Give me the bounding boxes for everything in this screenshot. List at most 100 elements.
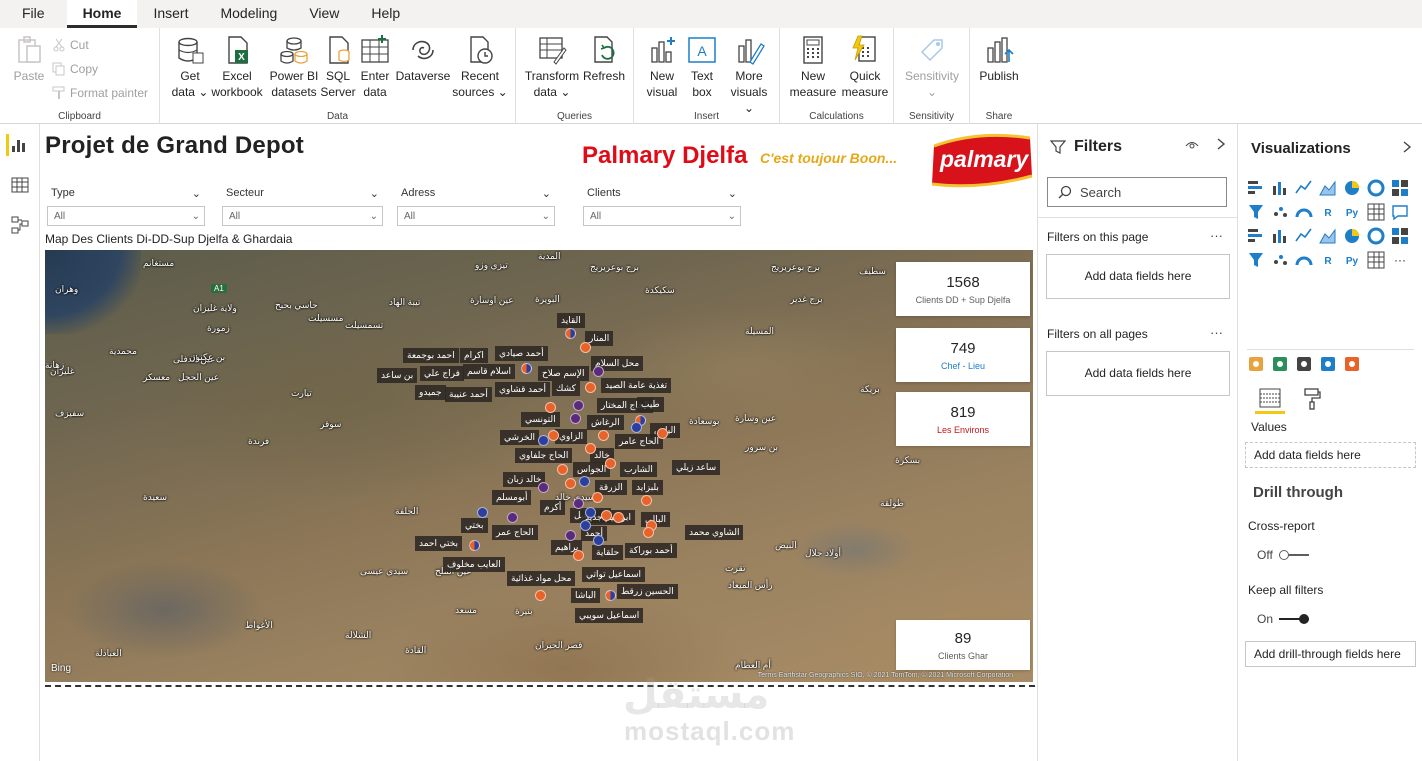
menu-insert[interactable]: Insert [137,0,204,28]
chevron-down-icon[interactable]: ⌄ [192,187,201,200]
visual-type-icon[interactable]: R [1318,202,1338,222]
map-client-label[interactable]: الباشا [571,588,600,603]
map-client-label[interactable]: أبومسلم [492,490,532,505]
visual-type-icon[interactable]: Py [1342,250,1362,270]
filters-search-input[interactable]: Search [1047,177,1227,207]
map-client-label[interactable]: جميدو [415,385,446,400]
slicer-adress-dropdown[interactable]: All ⌄ [397,206,555,226]
custom-visual-icon[interactable] [1270,354,1290,374]
excel-workbook-button[interactable]: X Excel workbook [208,34,266,100]
map-marker[interactable] [579,476,590,487]
map-marker[interactable] [557,464,568,475]
more-options-icon[interactable]: ··· [1210,228,1223,243]
map-client-label[interactable]: أحمد صيادي [495,346,548,361]
visual-type-icon[interactable] [1318,226,1338,246]
map-client-label[interactable]: بن ساعد [377,368,418,383]
menu-modeling[interactable]: Modeling [204,0,293,28]
map-client-label[interactable]: اسماعيل تواتي [582,567,646,582]
chevron-down-icon[interactable]: ⌄ [370,187,379,200]
visual-type-icon[interactable] [1246,250,1266,270]
map-marker[interactable] [585,507,596,518]
map-client-label[interactable]: احمد بوجمعة [403,348,459,363]
map-client-label[interactable]: أحمد بوراكة [625,543,677,558]
more-visuals-button[interactable]: More visuals ⌄ [724,34,774,116]
map-client-label[interactable]: الإسم صلاح [538,366,589,381]
map-marker[interactable] [631,422,642,433]
map-client-label[interactable]: محل مواد غذائية [507,571,576,586]
map-client-label[interactable]: الزاوي [555,429,588,444]
drill-through-dropzone[interactable]: Add drill-through fields here [1245,641,1416,667]
map-marker[interactable] [580,520,591,531]
map-marker[interactable] [592,492,603,503]
map-client-label[interactable]: الحاج عمر [492,525,538,540]
enter-data-button[interactable]: Enter data [356,34,394,100]
more-visuals-icon[interactable]: ··· [1390,250,1410,270]
more-options-icon[interactable]: ··· [1210,325,1223,340]
map-marker[interactable] [641,495,652,506]
map-client-label[interactable]: بختي [461,518,488,533]
custom-visual-icon[interactable] [1246,354,1266,374]
map-marker[interactable] [521,363,532,374]
cut-button[interactable]: Cut [52,38,89,52]
visual-type-icon[interactable] [1342,178,1362,198]
map-client-label[interactable]: التونسي [521,412,560,427]
map-client-label[interactable]: الشاوي محمد [685,525,744,540]
sensitivity-button[interactable]: Sensitivity ⌄ [902,34,962,100]
kpi-card-environs[interactable]: 819 Les Environs [896,392,1030,446]
map-client-label[interactable]: اسماعيل سويبي [575,608,644,623]
map-client-label[interactable]: الحاج عامر [615,434,664,449]
visual-type-icon[interactable] [1270,178,1290,198]
map-client-label[interactable]: أكرم [540,500,566,515]
map-client-label[interactable]: فراج علي [420,366,464,381]
map-marker[interactable] [585,443,596,454]
custom-visual-icon[interactable] [1318,354,1338,374]
filters-all-pages-dropzone[interactable]: Add data fields here [1046,351,1230,396]
paste-button[interactable]: Paste [10,34,48,84]
map-client-label[interactable]: طيب [637,397,664,412]
visual-type-icon[interactable] [1294,250,1314,270]
map-client-label[interactable]: القايد [557,313,585,328]
sql-server-button[interactable]: SQL Server [320,34,356,100]
clients-map[interactable]: A1 Bing Terms Earthstar Geographics SIO,… [45,250,1033,682]
map-marker[interactable] [538,482,549,493]
custom-visual-icon[interactable] [1342,354,1362,374]
map-client-label[interactable]: الحاج جلفاوي [515,448,573,463]
map-client-label[interactable]: حلقاية [592,545,624,560]
map-marker[interactable] [469,540,480,551]
visual-type-icon[interactable]: Py [1342,202,1362,222]
map-marker[interactable] [593,366,604,377]
map-marker[interactable] [601,510,612,521]
kpi-card-chef-lieu[interactable]: 749 Chef - Lieu [896,328,1030,382]
map-client-label[interactable]: بلبزايد [632,480,663,495]
visual-type-icon[interactable] [1366,226,1386,246]
visual-type-icon[interactable] [1366,202,1386,222]
map-marker[interactable] [507,512,518,523]
map-client-label[interactable]: بختي احمد [415,536,463,551]
menu-view[interactable]: View [293,0,355,28]
map-marker[interactable] [535,590,546,601]
map-marker[interactable] [565,328,576,339]
map-marker[interactable] [573,498,584,509]
visual-type-icon[interactable] [1246,178,1266,198]
map-marker[interactable] [545,402,556,413]
get-data-button[interactable]: Get data ⌄ [170,34,210,100]
map-marker[interactable] [605,590,616,601]
map-marker[interactable] [598,430,609,441]
map-marker[interactable] [613,512,624,523]
transform-data-button[interactable]: Transform data ⌄ [524,34,580,100]
collapse-filters-chevron-icon[interactable] [1216,137,1226,154]
map-client-label[interactable]: ساعد زيلي [672,460,721,475]
power-bi-datasets-button[interactable]: Power BI datasets [266,34,322,100]
data-view-button[interactable] [9,174,31,196]
map-marker[interactable] [565,478,576,489]
visual-type-icon[interactable] [1318,178,1338,198]
slicer-type-dropdown[interactable]: All ⌄ [47,206,205,226]
visual-type-icon[interactable] [1390,178,1410,198]
visual-type-icon[interactable] [1390,226,1410,246]
map-marker[interactable] [605,458,616,469]
map-client-label[interactable]: كشك [552,381,580,396]
map-client-label[interactable]: الشارب [620,462,657,477]
chevron-down-icon[interactable]: ⌄ [542,187,551,200]
visual-type-icon[interactable] [1294,226,1314,246]
map-marker[interactable] [565,530,576,541]
